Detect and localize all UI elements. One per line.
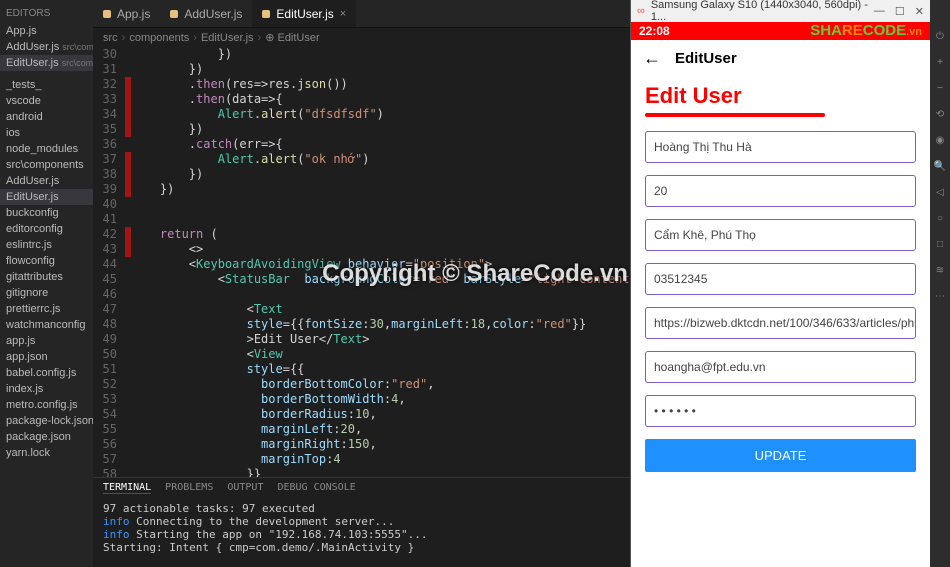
app-bar: ← EditUser: [631, 40, 930, 77]
file-item[interactable]: watchmanconfig: [0, 317, 93, 333]
terminal-line: 97 actionable tasks: 97 executed: [103, 502, 620, 515]
page-title: Edit User: [645, 83, 916, 109]
title-underline: [645, 113, 825, 117]
open-editor-item[interactable]: AddUser.js src\components: [0, 39, 93, 55]
editor-tab[interactable]: App.js: [93, 0, 160, 27]
volume-up-icon[interactable]: +: [934, 56, 946, 68]
file-item[interactable]: app.js: [0, 333, 93, 349]
file-item[interactable]: _tests_: [0, 77, 93, 93]
file-item[interactable]: metro.config.js: [0, 397, 93, 413]
terminal-tab[interactable]: OUTPUT: [227, 482, 263, 494]
file-item[interactable]: ios: [0, 125, 93, 141]
emulator-title-text: Samsung Galaxy S10 (1440x3040, 560dpi) -…: [651, 0, 868, 23]
file-item[interactable]: app.json: [0, 349, 93, 365]
close-icon[interactable]: ✕: [915, 5, 924, 18]
wifi-icon[interactable]: ≋: [934, 264, 946, 276]
file-item[interactable]: vscode: [0, 93, 93, 109]
back-nav-icon[interactable]: ◁: [934, 186, 946, 198]
breadcrumb-segment[interactable]: src: [103, 32, 118, 44]
text-input[interactable]: Hoàng Thị Thu Hà: [645, 131, 916, 163]
editor-tab[interactable]: EditUser.js ×: [252, 0, 356, 27]
more-icon[interactable]: ⋯: [934, 290, 946, 302]
editor-tab[interactable]: AddUser.js: [160, 0, 252, 27]
explorer-sidebar: EDITORS App.jsAddUser.js src\componentsE…: [0, 0, 93, 567]
breadcrumb-segment[interactable]: EditUser.js: [201, 32, 254, 44]
volume-down-icon[interactable]: −: [934, 82, 946, 94]
power-icon[interactable]: ⏻: [934, 30, 946, 42]
open-editor-item[interactable]: EditUser.js src\components: [0, 55, 93, 71]
file-item[interactable]: gitattributes: [0, 269, 93, 285]
text-input[interactable]: • • • • • •: [645, 395, 916, 427]
overview-icon[interactable]: □: [934, 238, 946, 250]
file-item[interactable]: package.json: [0, 429, 93, 445]
terminal-tab[interactable]: DEBUG CONSOLE: [277, 482, 355, 494]
terminal-panel: TERMINAL PROBLEMS OUTPUT DEBUG CONSOLE 97 a…: [93, 477, 630, 567]
file-item[interactable]: yarn.lock: [0, 445, 93, 461]
emulator-toolbar: ⏻ + − ⟲ ◉ 🔍 ◁ ○ □ ≋ ⋯: [930, 0, 950, 567]
terminal-tab[interactable]: PROBLEMS: [165, 482, 213, 494]
appbar-title: EditUser: [675, 50, 737, 67]
emulator-window: ∞ Samsung Galaxy S10 (1440x3040, 560dpi)…: [630, 0, 930, 567]
terminal-line: info Starting the app on "192.168.74.103…: [103, 528, 620, 541]
file-item[interactable]: eslintrc.js: [0, 237, 93, 253]
file-item[interactable]: AddUser.js: [0, 173, 93, 189]
file-item[interactable]: android: [0, 109, 93, 125]
minimize-icon[interactable]: —: [874, 5, 885, 18]
text-input[interactable]: Cẩm Khê, Phú Thọ: [645, 219, 916, 251]
file-item[interactable]: package-lock.json: [0, 413, 93, 429]
sharecode-logo: SHARECODE.vn: [810, 22, 922, 39]
open-editors-header: EDITORS: [0, 4, 93, 23]
tab-bar: App.jsAddUser.jsEditUser.js ×: [93, 0, 630, 28]
rotate-icon[interactable]: ⟲: [934, 108, 946, 120]
file-item[interactable]: babel.config.js: [0, 365, 93, 381]
breadcrumb-segment[interactable]: ⊕ EditUser: [265, 31, 319, 44]
text-input[interactable]: 03512345: [645, 263, 916, 295]
code-editor[interactable]: 3031323334353637383940414243444546474849…: [93, 47, 630, 477]
text-input[interactable]: https://bizweb.dktcdn.net/100/346/633/ar…: [645, 307, 916, 339]
file-item[interactable]: index.js: [0, 381, 93, 397]
screenshot-icon[interactable]: ◉: [934, 134, 946, 146]
emulator-titlebar[interactable]: ∞ Samsung Galaxy S10 (1440x3040, 560dpi)…: [631, 0, 930, 22]
terminal-tab[interactable]: TERMINAL: [103, 482, 151, 494]
terminal-line: info Connecting to the development serve…: [103, 515, 620, 528]
file-item[interactable]: editorconfig: [0, 221, 93, 237]
file-item[interactable]: node_modules: [0, 141, 93, 157]
terminal-line: Starting: Intent { cmp=com.demo/.MainAct…: [103, 541, 620, 554]
breadcrumb[interactable]: src›components›EditUser.js›⊕ EditUser: [93, 28, 630, 47]
file-item[interactable]: gitignore: [0, 285, 93, 301]
file-item[interactable]: flowconfig: [0, 253, 93, 269]
text-input[interactable]: 20: [645, 175, 916, 207]
home-icon[interactable]: ○: [934, 212, 946, 224]
text-input[interactable]: hoangha@fpt.edu.vn: [645, 351, 916, 383]
back-icon[interactable]: ←: [643, 48, 661, 69]
update-button[interactable]: UPDATE: [645, 439, 916, 472]
editor-pane: App.jsAddUser.jsEditUser.js × src›compon…: [93, 0, 630, 567]
breadcrumb-segment[interactable]: components: [129, 32, 189, 44]
file-item[interactable]: src\components: [0, 157, 93, 173]
file-item[interactable]: EditUser.js: [0, 189, 93, 205]
link-icon: ∞: [637, 5, 645, 17]
file-item[interactable]: prettierrc.js: [0, 301, 93, 317]
open-editor-item[interactable]: App.js: [0, 23, 93, 39]
file-item[interactable]: buckconfig: [0, 205, 93, 221]
maximize-icon[interactable]: ☐: [895, 5, 905, 18]
zoom-icon[interactable]: 🔍: [934, 160, 946, 172]
